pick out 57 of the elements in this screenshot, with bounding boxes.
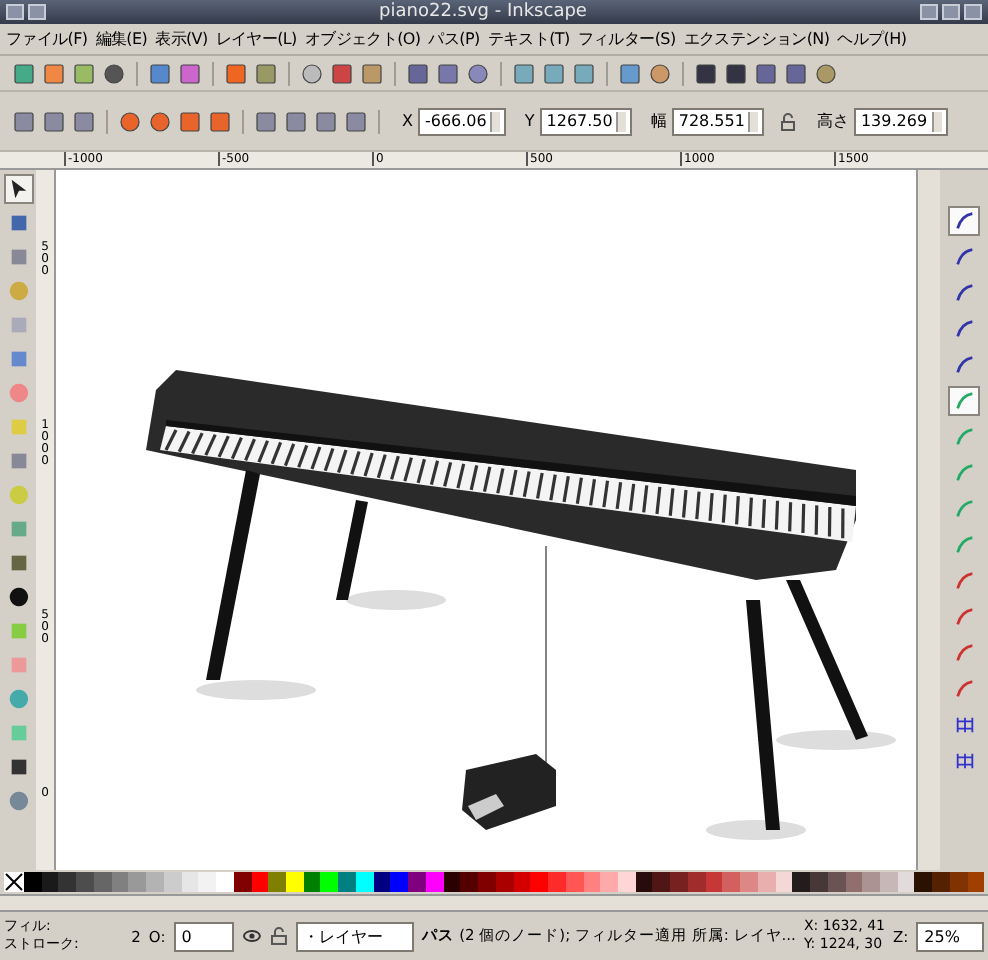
eye-icon[interactable] (241, 926, 262, 946)
color-swatch[interactable] (338, 872, 356, 892)
field-label: X (402, 112, 413, 130)
color-swatch[interactable] (320, 872, 339, 892)
color-swatch[interactable] (652, 872, 671, 892)
color-swatch[interactable] (862, 872, 880, 892)
menu-item[interactable]: フィルター(S) (577, 28, 676, 50)
menu-item[interactable]: オブジェクト(O) (304, 28, 421, 50)
field-label: 高さ (816, 110, 849, 132)
field-label: 幅 (650, 110, 667, 132)
vertical-scrollbar[interactable] (916, 170, 940, 870)
lock-icon[interactable] (269, 926, 287, 946)
color-swatch[interactable] (408, 872, 426, 892)
color-swatch[interactable] (390, 872, 409, 892)
color-swatch[interactable] (24, 872, 42, 892)
color-swatch[interactable] (914, 872, 933, 892)
pointer-icon[interactable] (3, 174, 33, 204)
color-palette[interactable] (0, 870, 988, 894)
color-swatch[interactable] (198, 872, 217, 892)
color-swatch[interactable] (600, 872, 618, 892)
color-swatch[interactable] (932, 872, 950, 892)
color-swatch[interactable] (670, 872, 688, 892)
no-paint-icon[interactable] (4, 872, 24, 892)
menu-item[interactable]: ヘルプ(H) (837, 28, 907, 50)
number-field[interactable]: 1267.50 (540, 107, 633, 135)
number-field[interactable]: 728.551 (672, 107, 765, 135)
menu-item[interactable]: ファイル(F) (6, 28, 88, 50)
lock-icon[interactable] (778, 111, 799, 131)
menu-item[interactable]: テキスト(T) (487, 28, 570, 50)
color-swatch[interactable] (76, 872, 94, 892)
layer-dropdown[interactable]: ・レイヤー (295, 921, 415, 951)
color-swatch[interactable] (268, 872, 287, 892)
menu-item[interactable]: 表示(V) (155, 28, 208, 50)
color-swatch[interactable] (286, 872, 304, 892)
color-swatch[interactable] (722, 872, 741, 892)
color-swatch[interactable] (128, 872, 147, 892)
window-title: piano22.svg - Inkscape (379, 0, 587, 24)
color-swatch[interactable] (58, 872, 77, 892)
menu-item[interactable]: 編集(E) (95, 28, 148, 50)
color-swatch[interactable] (530, 872, 549, 892)
color-swatch[interactable] (216, 872, 234, 892)
color-swatch[interactable] (792, 872, 811, 892)
number-field[interactable]: 139.269 (854, 107, 948, 135)
color-swatch[interactable] (740, 872, 758, 892)
color-swatch[interactable] (460, 872, 479, 892)
menu-item[interactable]: レイヤー(L) (215, 28, 297, 50)
color-swatch[interactable] (810, 872, 828, 892)
color-swatch[interactable] (146, 872, 164, 892)
horizontal-scrollbar[interactable] (0, 894, 988, 912)
number-field[interactable]: -666.06 (418, 107, 507, 135)
zoom-field[interactable]: 25% (916, 921, 985, 951)
menu-item[interactable]: エクステンション(N) (683, 28, 830, 50)
menu-item[interactable]: パス(P) (428, 28, 480, 50)
color-swatch[interactable] (548, 872, 566, 892)
color-swatch[interactable] (478, 872, 496, 892)
opacity-field[interactable]: 0 (173, 921, 234, 951)
field-label: Y (524, 112, 535, 130)
